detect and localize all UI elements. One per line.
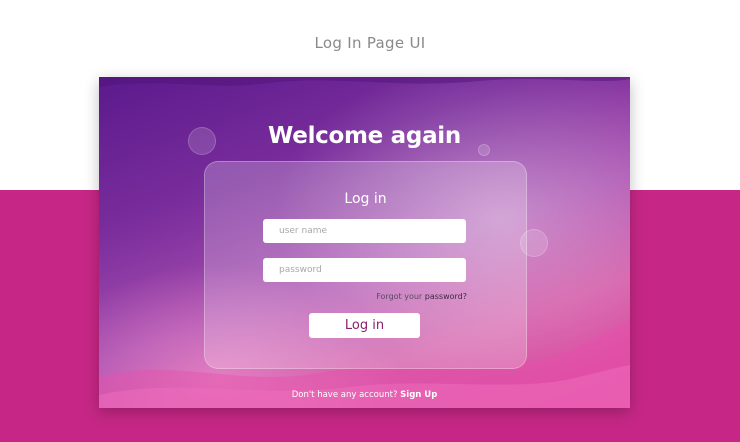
login-card: Welcome again Log in Forgot your passwor… [99,77,630,408]
login-form-panel: Log in Forgot your password? Log in [204,161,527,369]
page-heading: Log In Page UI [314,34,426,52]
forgot-password-line: Forgot your password? [376,292,467,301]
signup-prompt: Don't have any account? Sign Up [99,390,630,400]
username-input[interactable] [263,219,466,243]
signup-prompt-text: Don't have any account? [291,390,401,400]
form-title: Log in [344,191,387,207]
signup-link[interactable]: Sign Up [400,390,437,400]
forgot-password-prefix: Forgot your [376,292,425,301]
welcome-title: Welcome again [268,123,461,149]
forgot-password-link[interactable]: password? [425,292,467,301]
login-button[interactable]: Log in [309,313,420,338]
password-input[interactable] [263,258,466,282]
